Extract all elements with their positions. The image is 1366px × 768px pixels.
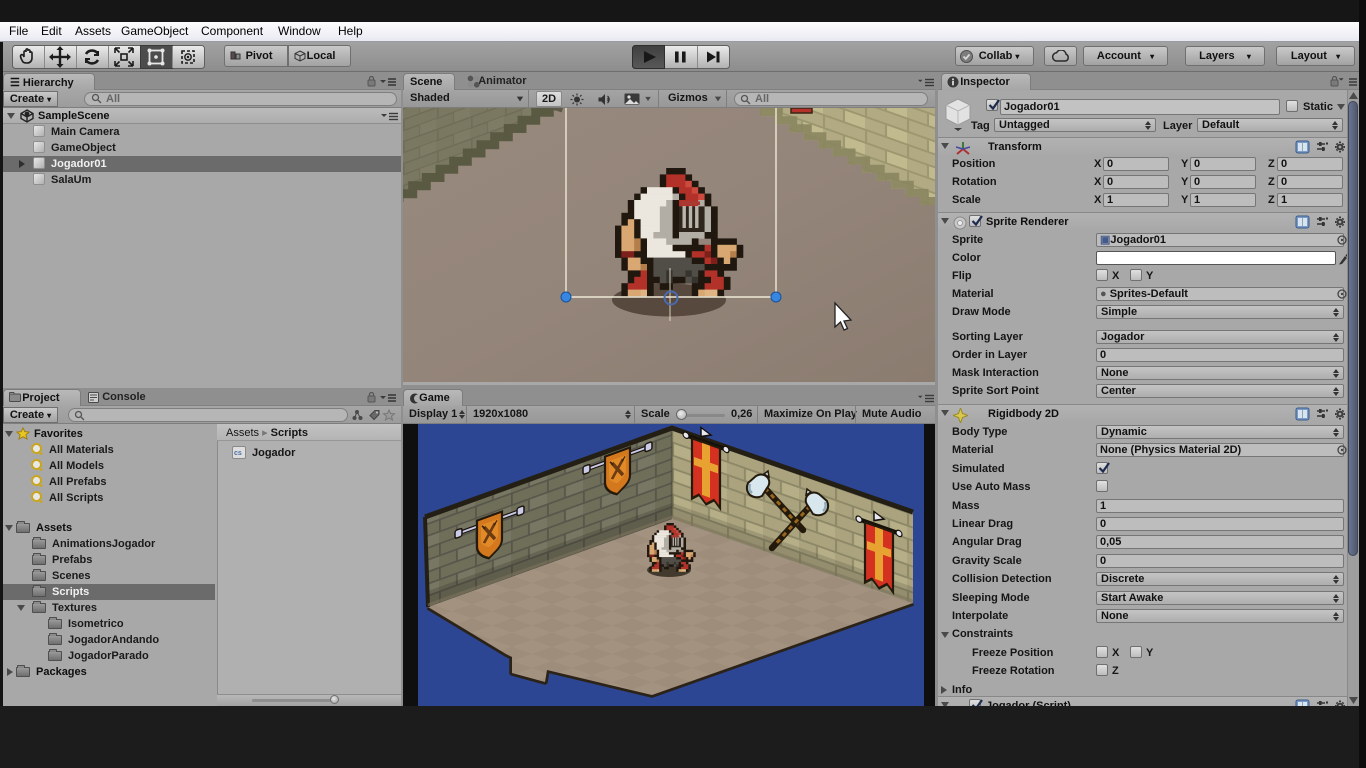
svg-text:cs: cs	[234, 450, 242, 457]
